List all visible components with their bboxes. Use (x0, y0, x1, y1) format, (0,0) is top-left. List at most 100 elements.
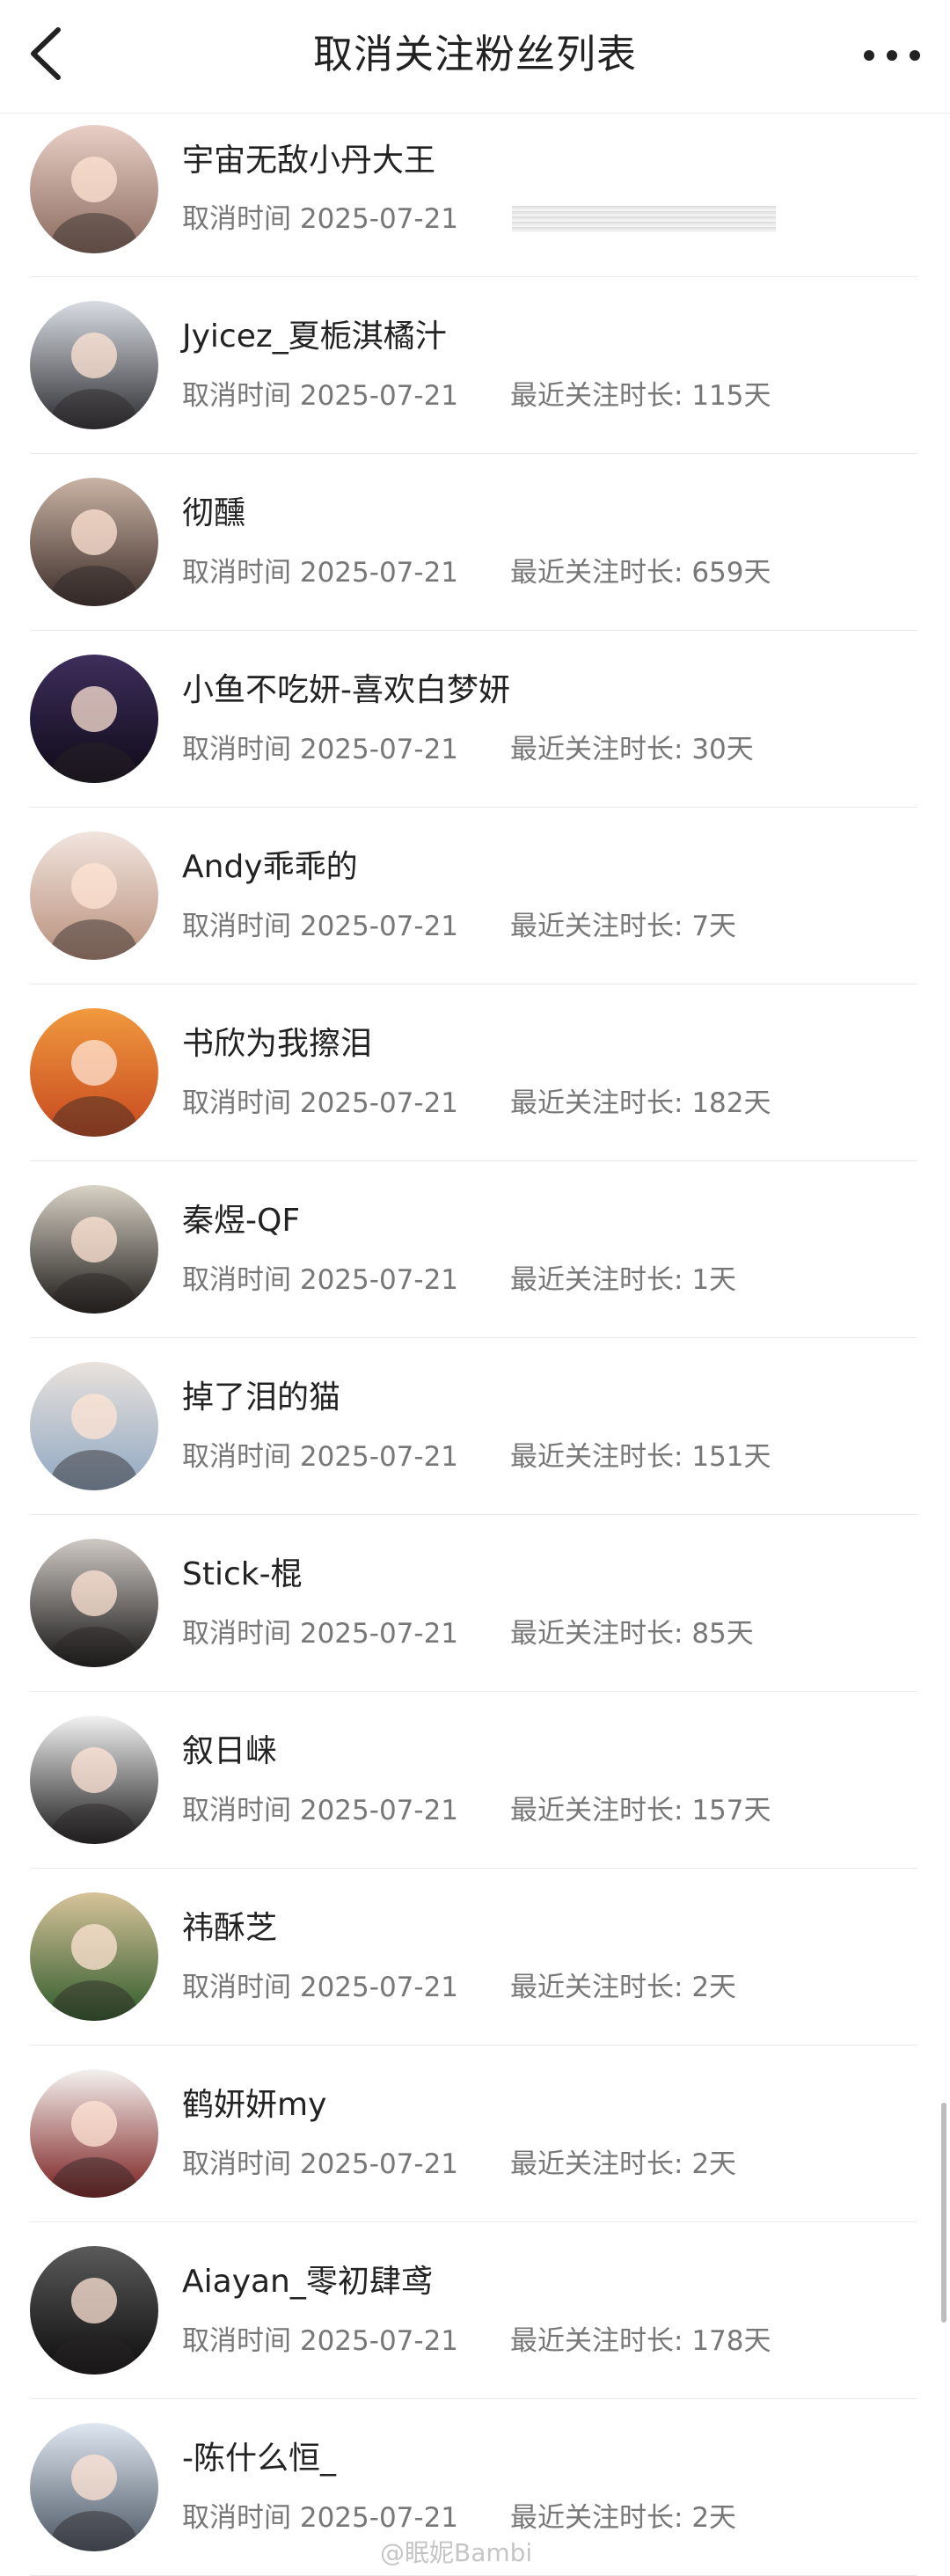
user-name[interactable]: 彻醺 (182, 493, 245, 535)
avatar[interactable] (30, 655, 158, 783)
user-name[interactable]: 秦煜-QF (182, 1200, 300, 1242)
list-item[interactable]: 宇宙无敌小丹大王取消时间 2025-07-21 (0, 113, 950, 277)
follow-duration: 最近关注时长: 157天 (510, 1792, 771, 1829)
follow-duration-value: 151天 (691, 1441, 771, 1473)
list-item[interactable]: Jyicez_夏栀淇橘汁 取消时间 2025-07-21 最近关注时长: 115天 (0, 277, 950, 454)
list-item[interactable]: 叙日崃 取消时间 2025-07-21 最近关注时长: 157天 (0, 1692, 950, 1869)
user-name[interactable]: 小鱼不吃妍-喜欢白梦妍 (182, 670, 510, 712)
follow-duration-value: 2天 (691, 2502, 737, 2534)
avatar[interactable] (30, 301, 158, 429)
follow-duration-value: 182天 (691, 1087, 771, 1119)
follow-duration: 最近关注时长: 178天 (510, 2323, 771, 2360)
redacted-duration (512, 206, 776, 232)
page-title: 取消关注粉丝列表 (312, 31, 637, 77)
follow-duration-value: 1天 (691, 1264, 737, 1296)
avatar[interactable] (30, 478, 158, 606)
list-item[interactable]: 祎酥芝取消时间 2025-07-21 最近关注时长: 2天 (0, 1869, 950, 2045)
more-button[interactable] (857, 25, 927, 86)
user-name[interactable]: Jyicez_夏栀淇橘汁 (182, 316, 447, 358)
list-item[interactable]: Stick-棍 取消时间 2025-07-21 最近关注时长: 85天 (0, 1515, 950, 1692)
unfollow-time-label: 取消时间 (182, 203, 291, 235)
unfollow-time-label: 取消时间 (182, 1618, 291, 1650)
follow-duration-value: 2天 (691, 2148, 737, 2180)
follow-duration-label: 最近关注时长: (510, 1441, 692, 1473)
follow-duration-label: 最近关注时长: (510, 2502, 692, 2534)
list-item[interactable]: Andy乖乖的取消时间 2025-07-21 最近关注时长: 7天 (0, 808, 950, 984)
unfollow-time-label: 取消时间 (182, 734, 291, 765)
follow-duration-label: 最近关注时长: (510, 1795, 692, 1826)
list-item[interactable]: 书欣为我擦泪取消时间 2025-07-21 最近关注时长: 182天 (0, 984, 950, 1161)
unfollow-time-label: 取消时间 (182, 1264, 291, 1296)
unfollow-time: 取消时间 2025-07-21 (182, 2146, 458, 2183)
unfollow-date: 2025-07-21 (299, 2325, 459, 2357)
follow-duration: 最近关注时长: 7天 (510, 908, 736, 945)
avatar[interactable] (30, 1008, 158, 1137)
unfollow-time: 取消时间 2025-07-21 (182, 2499, 458, 2536)
follow-duration: 最近关注时长: 659天 (510, 554, 771, 591)
follow-duration: 最近关注时长: 30天 (510, 731, 754, 768)
avatar[interactable] (30, 2423, 158, 2551)
list-item[interactable]: Aiayan_零初肆鸢取消时间 2025-07-21 最近关注时长: 178天 (0, 2222, 950, 2399)
user-name[interactable]: 鹤妍妍my (182, 2084, 326, 2126)
avatar[interactable] (30, 1892, 158, 2021)
user-name[interactable]: -陈什么恒_ (182, 2438, 336, 2480)
user-name[interactable]: 祎酥芝 (182, 1907, 277, 1950)
follow-duration-value: 115天 (691, 380, 771, 412)
user-name[interactable]: 叙日崃 (182, 1731, 277, 1773)
user-name[interactable]: Stick-棍 (182, 1554, 303, 1596)
follow-duration-value: 7天 (691, 911, 737, 942)
avatar[interactable] (30, 1362, 158, 1490)
follow-duration-label: 最近关注时长: (510, 1264, 692, 1296)
unfollow-time: 取消时间 2025-07-21 (182, 1969, 458, 2006)
avatar[interactable] (30, 1716, 158, 1844)
unfollow-time-label: 取消时间 (182, 911, 291, 942)
user-name[interactable]: Andy乖乖的 (182, 846, 358, 889)
user-name[interactable]: Aiayan_零初肆鸢 (182, 2261, 433, 2303)
unfollow-date: 2025-07-21 (299, 911, 459, 942)
unfollow-time-label: 取消时间 (182, 380, 291, 412)
follow-duration: 最近关注时长: 182天 (510, 1085, 771, 1122)
unfollow-time: 取消时间 2025-07-21 (182, 377, 458, 414)
unfollow-date: 2025-07-21 (299, 1087, 459, 1119)
avatar[interactable] (30, 2069, 158, 2198)
unfollow-time: 取消时间 2025-07-21 (182, 201, 458, 238)
user-name[interactable]: 掉了泪的猫 (182, 1377, 340, 1419)
follow-duration-label: 最近关注时长: (510, 1618, 692, 1650)
avatar[interactable] (30, 2246, 158, 2375)
follow-duration-label: 最近关注时长: (510, 911, 692, 942)
more-dots-icon (864, 50, 920, 61)
follow-duration: 最近关注时长: 2天 (510, 2146, 736, 2183)
list-item[interactable]: 鹤妍妍my 取消时间 2025-07-21 最近关注时长: 2天 (0, 2045, 950, 2222)
follow-duration-value: 157天 (691, 1795, 771, 1826)
follow-duration-value: 30天 (691, 734, 754, 765)
list-item[interactable]: 彻醺取消时间 2025-07-21 最近关注时长: 659天 (0, 454, 950, 631)
follow-duration: 最近关注时长: 151天 (510, 1438, 771, 1475)
follow-duration-label: 最近关注时长: (510, 2148, 692, 2180)
follow-duration-label: 最近关注时长: (510, 2325, 692, 2357)
unfollow-fan-list: 宇宙无敌小丹大王 取消时间 2025-07-21 Jyicez_夏栀淇橘汁 取消时间 … (0, 113, 950, 2576)
avatar[interactable] (30, 125, 158, 253)
unfollow-time: 取消时间 2025-07-21 (182, 2323, 458, 2360)
unfollow-date: 2025-07-21 (299, 1972, 459, 2003)
follow-duration-label: 最近关注时长: (510, 734, 692, 765)
unfollow-time: 取消时间 2025-07-21 (182, 1615, 458, 1652)
unfollow-date: 2025-07-21 (299, 557, 459, 589)
unfollow-date: 2025-07-21 (299, 1795, 459, 1826)
list-item[interactable]: 秦煜-QF 取消时间 2025-07-21 最近关注时长: 1天 (0, 1161, 950, 1338)
avatar[interactable] (30, 831, 158, 960)
user-name[interactable]: 宇宙无敌小丹大王 (182, 140, 435, 182)
list-item[interactable]: 小鱼不吃妍-喜欢白梦妍 取消时间 2025-07-21 最近关注时长: 30天 (0, 631, 950, 808)
follow-duration: 最近关注时长: 2天 (510, 1969, 736, 2006)
list-item[interactable]: 掉了泪的猫 取消时间 2025-07-21 最近关注时长: 151天 (0, 1338, 950, 1515)
unfollow-date: 2025-07-21 (299, 1618, 459, 1650)
unfollow-time-label: 取消时间 (182, 2325, 291, 2357)
unfollow-time: 取消时间 2025-07-21 (182, 908, 458, 945)
unfollow-time: 取消时间 2025-07-21 (182, 554, 458, 591)
user-name[interactable]: 书欣为我擦泪 (182, 1023, 372, 1065)
scrollbar[interactable] (941, 2103, 946, 2323)
avatar[interactable] (30, 1539, 158, 1667)
follow-duration-value: 659天 (691, 557, 771, 589)
unfollow-time-label: 取消时间 (182, 1087, 291, 1119)
avatar[interactable] (30, 1185, 158, 1314)
unfollow-date: 2025-07-21 (299, 380, 459, 412)
